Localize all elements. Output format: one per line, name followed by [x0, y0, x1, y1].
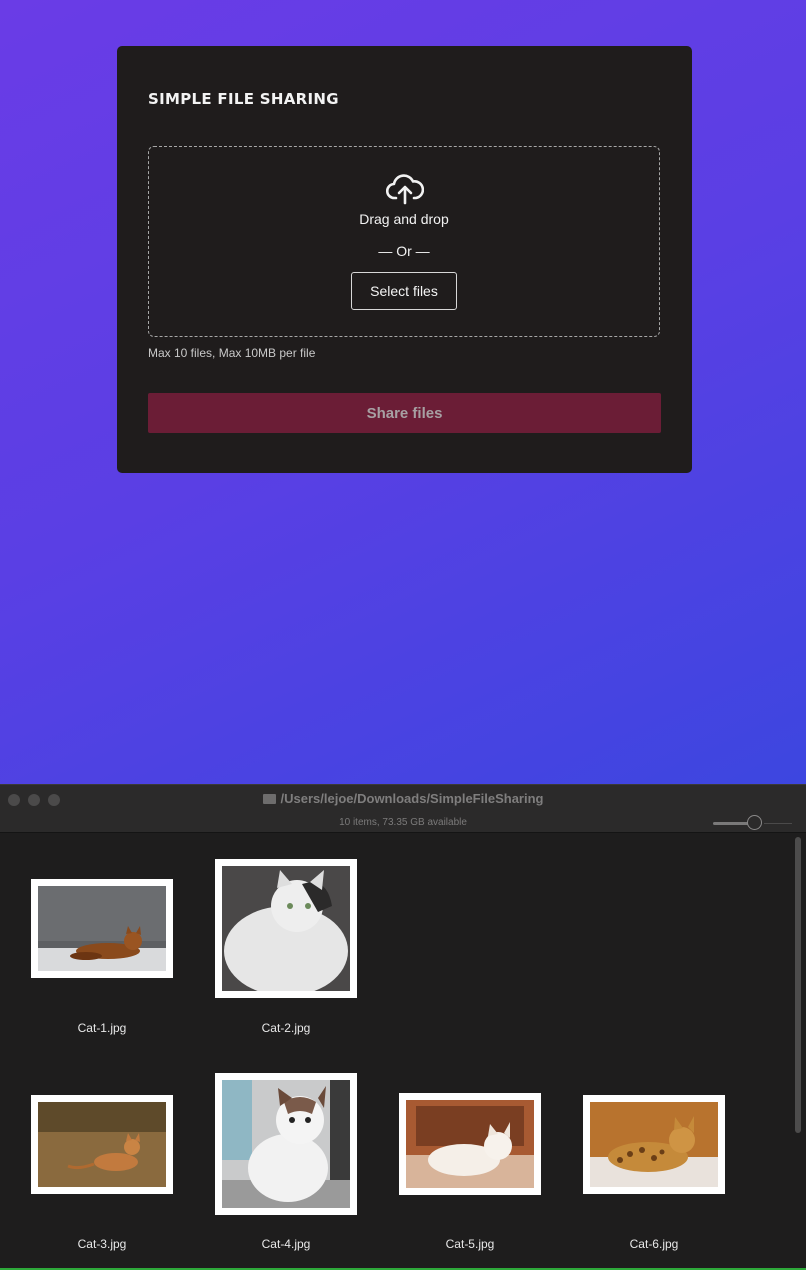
share-files-button[interactable]: Share files — [148, 393, 661, 433]
file-name: Cat-6.jpg — [629, 1237, 679, 1251]
file-thumbnail[interactable] — [31, 1095, 173, 1194]
cat-image — [590, 1102, 718, 1187]
cat-image — [38, 886, 166, 971]
file-name: Cat-5.jpg — [445, 1237, 495, 1251]
file-thumbnail[interactable] — [583, 1095, 725, 1194]
drag-drop-text: Drag and drop — [359, 211, 449, 227]
or-separator: — Or — — [378, 243, 430, 259]
select-files-button[interactable]: Select files — [351, 272, 457, 310]
cat-image — [406, 1100, 534, 1188]
file-thumbnail[interactable] — [215, 859, 357, 998]
cat-image — [38, 1102, 166, 1187]
file-name: Cat-3.jpg — [77, 1237, 127, 1251]
file-thumbnail[interactable] — [215, 1073, 357, 1215]
cat-image — [222, 1080, 350, 1208]
cat-image — [222, 866, 350, 991]
folder-icon — [262, 794, 276, 804]
vertical-scrollbar[interactable] — [795, 837, 801, 1133]
icon-size-slider-rest — [764, 823, 792, 824]
file-name: Cat-1.jpg — [77, 1021, 127, 1035]
file-thumbnail[interactable] — [399, 1093, 541, 1195]
file-name: Cat-2.jpg — [261, 1021, 311, 1035]
icon-size-slider-knob[interactable] — [747, 815, 762, 830]
folder-path: /Users/lejoe/Downloads/SimpleFileSharing — [280, 791, 544, 806]
file-limits-text: Max 10 files, Max 10MB per file — [148, 346, 316, 360]
finder-path-title: /Users/lejoe/Downloads/SimpleFileSharing — [0, 791, 806, 806]
icon-size-slider-track[interactable] — [713, 822, 749, 825]
cloud-upload-icon — [385, 173, 425, 205]
card-title: SIMPLE FILE SHARING — [148, 90, 339, 108]
finder-window: /Users/lejoe/Downloads/SimpleFileSharing… — [0, 784, 806, 1270]
file-thumbnail[interactable] — [31, 879, 173, 978]
file-name: Cat-4.jpg — [261, 1237, 311, 1251]
upload-card: SIMPLE FILE SHARING Drag and drop — Or —… — [117, 46, 692, 473]
finder-titlebar: /Users/lejoe/Downloads/SimpleFileSharing… — [0, 785, 806, 833]
drop-zone[interactable]: Drag and drop — Or — Select files — [148, 146, 660, 337]
finder-status: 10 items, 73.35 GB available — [339, 817, 467, 828]
